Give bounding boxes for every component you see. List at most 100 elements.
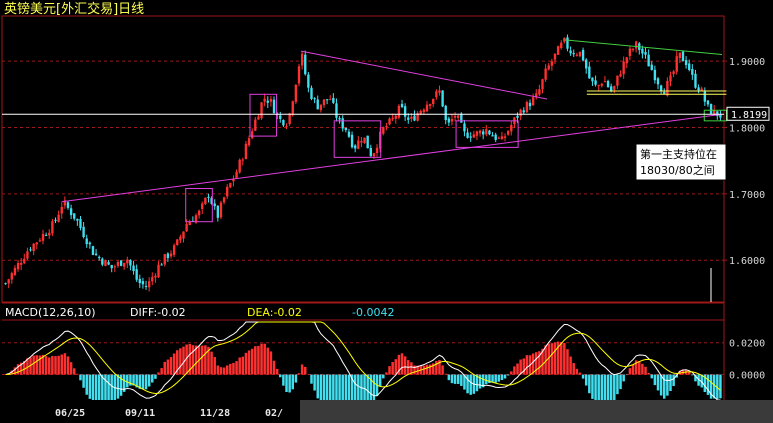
candle-body — [76, 218, 79, 221]
candle-body — [222, 197, 226, 203]
candle-body — [441, 90, 444, 107]
candle-body — [572, 53, 575, 55]
candle-body — [550, 61, 554, 66]
macd-tick-label: 0.0000 — [729, 371, 765, 382]
candle-body — [419, 110, 422, 115]
candle-body — [113, 266, 117, 268]
chart-background — [0, 0, 773, 423]
macd-label: MACD(12,26,10) — [5, 306, 96, 319]
candle-body — [110, 264, 113, 269]
candle-body — [647, 54, 650, 67]
candle-body — [678, 52, 682, 59]
candle-body — [132, 265, 135, 272]
candle-body — [588, 66, 591, 79]
candle — [104, 259, 107, 267]
price-tick-label: 1.8000 — [729, 123, 765, 134]
candle-body — [709, 104, 713, 114]
candle-body — [407, 117, 410, 120]
candle-body — [528, 102, 532, 107]
candle-body — [48, 232, 51, 236]
candle-body — [151, 277, 154, 282]
candle-body — [341, 118, 344, 129]
candle-body — [179, 236, 182, 241]
candle-body — [703, 90, 707, 102]
candle-body — [706, 100, 710, 105]
candle-body — [201, 203, 204, 209]
candle-body — [116, 261, 120, 266]
candle-body — [600, 83, 603, 86]
date-tick-label: 06/25 — [55, 408, 85, 419]
forex-daily-chart[interactable]: 1.9000 1.8000 1.7000 1.6000 1.8199 英镑美元[外汇交… — [0, 0, 773, 423]
candle-body — [188, 221, 191, 226]
candle-body — [397, 105, 401, 118]
candle-body — [681, 51, 685, 62]
candle-body — [247, 138, 251, 146]
candle-body — [300, 53, 304, 66]
candle-body — [104, 260, 107, 267]
candle-body — [279, 115, 282, 119]
candle-body — [147, 281, 151, 288]
candle-body — [591, 77, 594, 82]
candle-body — [119, 260, 123, 266]
candle-body — [41, 233, 45, 241]
candle — [91, 245, 95, 256]
candle-body — [7, 279, 10, 284]
macd-dea-label: DEA:-0.02 — [247, 306, 302, 319]
candle-body — [79, 219, 82, 228]
candle-body — [229, 183, 232, 188]
candle-body — [157, 264, 160, 278]
candle-body — [82, 226, 85, 238]
candle-body — [172, 245, 176, 255]
candle-body — [144, 285, 148, 287]
candle-body — [522, 110, 525, 113]
candle-body — [569, 50, 572, 54]
candle-body — [13, 267, 17, 275]
candle-body — [482, 131, 485, 135]
candle-body — [304, 54, 307, 75]
candle-body — [372, 153, 376, 157]
candle-body — [622, 61, 625, 75]
candle-body — [263, 98, 266, 102]
candle-body — [294, 84, 298, 102]
candle-body — [32, 243, 35, 252]
annotation-line-1: 第一主支持位在 — [640, 147, 717, 161]
candle-body — [73, 213, 76, 219]
candle-body — [98, 256, 101, 259]
date-tick-label: 02/ — [265, 408, 283, 419]
candle-body — [453, 116, 457, 118]
candle-body — [26, 251, 29, 259]
candle-body — [313, 98, 316, 100]
candle — [366, 135, 369, 149]
candle-body — [182, 231, 185, 239]
candle-body — [541, 79, 544, 90]
candle-body — [354, 145, 357, 149]
candle-body — [101, 258, 104, 265]
candle-body — [694, 73, 697, 88]
candle-body — [606, 81, 610, 88]
candle-body — [613, 86, 616, 90]
candle-body — [23, 258, 26, 264]
candle-body — [659, 85, 663, 92]
candle-body — [494, 134, 497, 140]
candle-body — [581, 49, 585, 61]
candle-body — [38, 240, 42, 242]
candle — [204, 197, 207, 206]
candle-body — [578, 51, 582, 57]
candle-body — [166, 253, 170, 258]
candle — [441, 90, 444, 108]
candle-body — [226, 186, 229, 197]
candle-body — [472, 134, 476, 138]
candle-body — [672, 71, 675, 75]
candle-body — [422, 109, 426, 113]
candle-body — [450, 119, 454, 122]
candle-body — [457, 115, 460, 119]
candle-body — [94, 253, 98, 256]
candle-body — [291, 101, 294, 115]
candle-body — [488, 130, 491, 135]
candle-body — [628, 48, 632, 57]
candle-body — [107, 262, 110, 265]
candle-body — [669, 75, 672, 82]
candle-body — [260, 102, 263, 119]
candle-body — [360, 140, 363, 143]
candle-body — [266, 100, 269, 103]
